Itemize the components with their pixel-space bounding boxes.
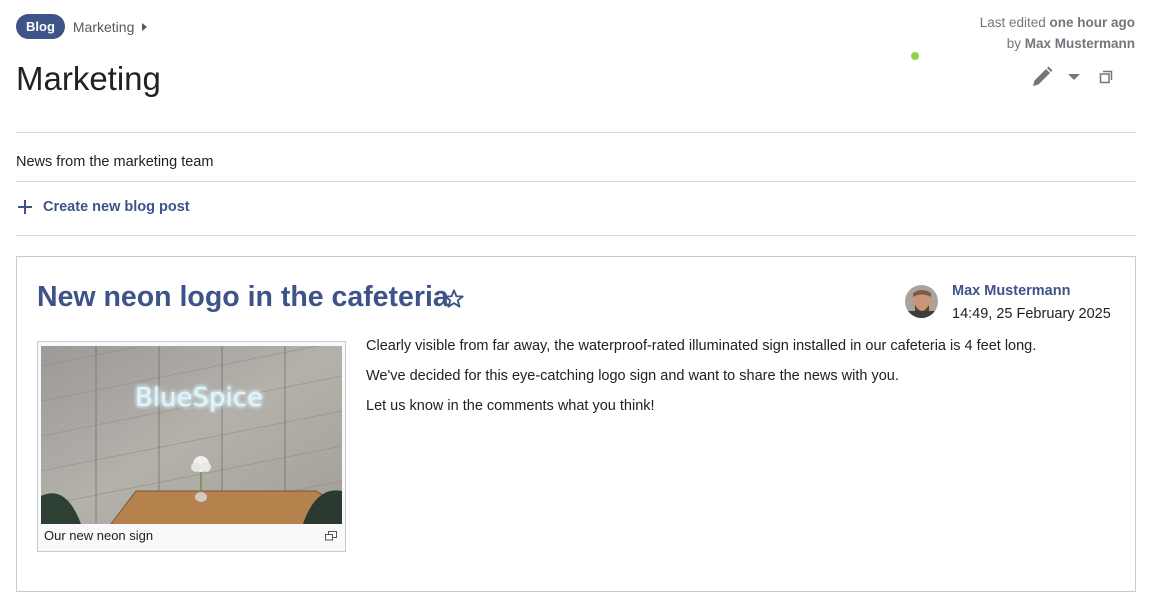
page-actions bbox=[1029, 64, 1119, 90]
post-date: 14:49, 25 February 2025 bbox=[952, 306, 1111, 322]
pencil-icon[interactable] bbox=[1029, 64, 1055, 90]
neon-sign-text: BlueSpice bbox=[135, 383, 263, 413]
blog-post-card: New neon logo in the cafeteria Max Muste… bbox=[16, 256, 1136, 592]
last-edited-info: Last edited one hour ago by Max Musterma… bbox=[980, 12, 1135, 54]
last-edited-author[interactable]: Max Mustermann bbox=[1025, 36, 1135, 51]
page-title: Marketing bbox=[16, 60, 161, 97]
divider bbox=[16, 132, 1136, 133]
last-edited-line: Last edited one hour ago bbox=[980, 12, 1135, 33]
post-paragraph: We've decided for this eye-catching logo… bbox=[366, 368, 899, 384]
expand-icon[interactable] bbox=[1093, 64, 1119, 90]
create-blog-post-label: Create new blog post bbox=[43, 199, 190, 215]
chevron-down-icon[interactable] bbox=[1061, 64, 1087, 90]
caret-right-icon[interactable] bbox=[142, 22, 148, 31]
post-body: Clearly visible from far away, the water… bbox=[366, 336, 1036, 426]
page: Blog Marketing Last edited one hour ago … bbox=[0, 0, 1149, 607]
enlarge-icon[interactable] bbox=[325, 528, 337, 546]
breadcrumb-item-marketing[interactable]: Marketing bbox=[73, 19, 134, 35]
last-edited-by-line: by Max Mustermann bbox=[980, 33, 1135, 54]
last-edited-prefix: Last edited bbox=[979, 15, 1050, 30]
last-edited-by-prefix: by bbox=[1006, 36, 1025, 51]
post-author: Max Mustermann 14:49, 25 February 2025 bbox=[905, 283, 1111, 322]
post-image-thumbnail: BlueSpice Our new neon sign bbox=[37, 341, 346, 552]
breadcrumb: Blog Marketing bbox=[16, 14, 148, 39]
post-title[interactable]: New neon logo in the cafeteria bbox=[37, 281, 449, 314]
post-paragraph: Clearly visible from far away, the water… bbox=[366, 338, 1037, 354]
star-outline-icon[interactable] bbox=[443, 288, 465, 315]
create-blog-post-link[interactable]: Create new blog post bbox=[17, 199, 190, 215]
image-caption: Our new neon sign bbox=[44, 528, 154, 543]
post-paragraph: Let us know in the comments what you thi… bbox=[366, 398, 655, 414]
presence-online-indicator bbox=[909, 50, 921, 62]
post-author-text: Max Mustermann 14:49, 25 February 2025 bbox=[952, 283, 1111, 322]
plus-icon bbox=[18, 200, 32, 214]
divider bbox=[16, 235, 1136, 236]
post-author-name[interactable]: Max Mustermann bbox=[952, 283, 1111, 300]
avatar[interactable] bbox=[905, 285, 938, 318]
breadcrumb-blog-badge[interactable]: Blog bbox=[16, 14, 65, 39]
divider bbox=[16, 181, 1136, 182]
last-edited-time[interactable]: one hour ago bbox=[1050, 15, 1136, 30]
post-image[interactable]: BlueSpice bbox=[41, 346, 342, 524]
page-description: News from the marketing team bbox=[16, 154, 214, 170]
